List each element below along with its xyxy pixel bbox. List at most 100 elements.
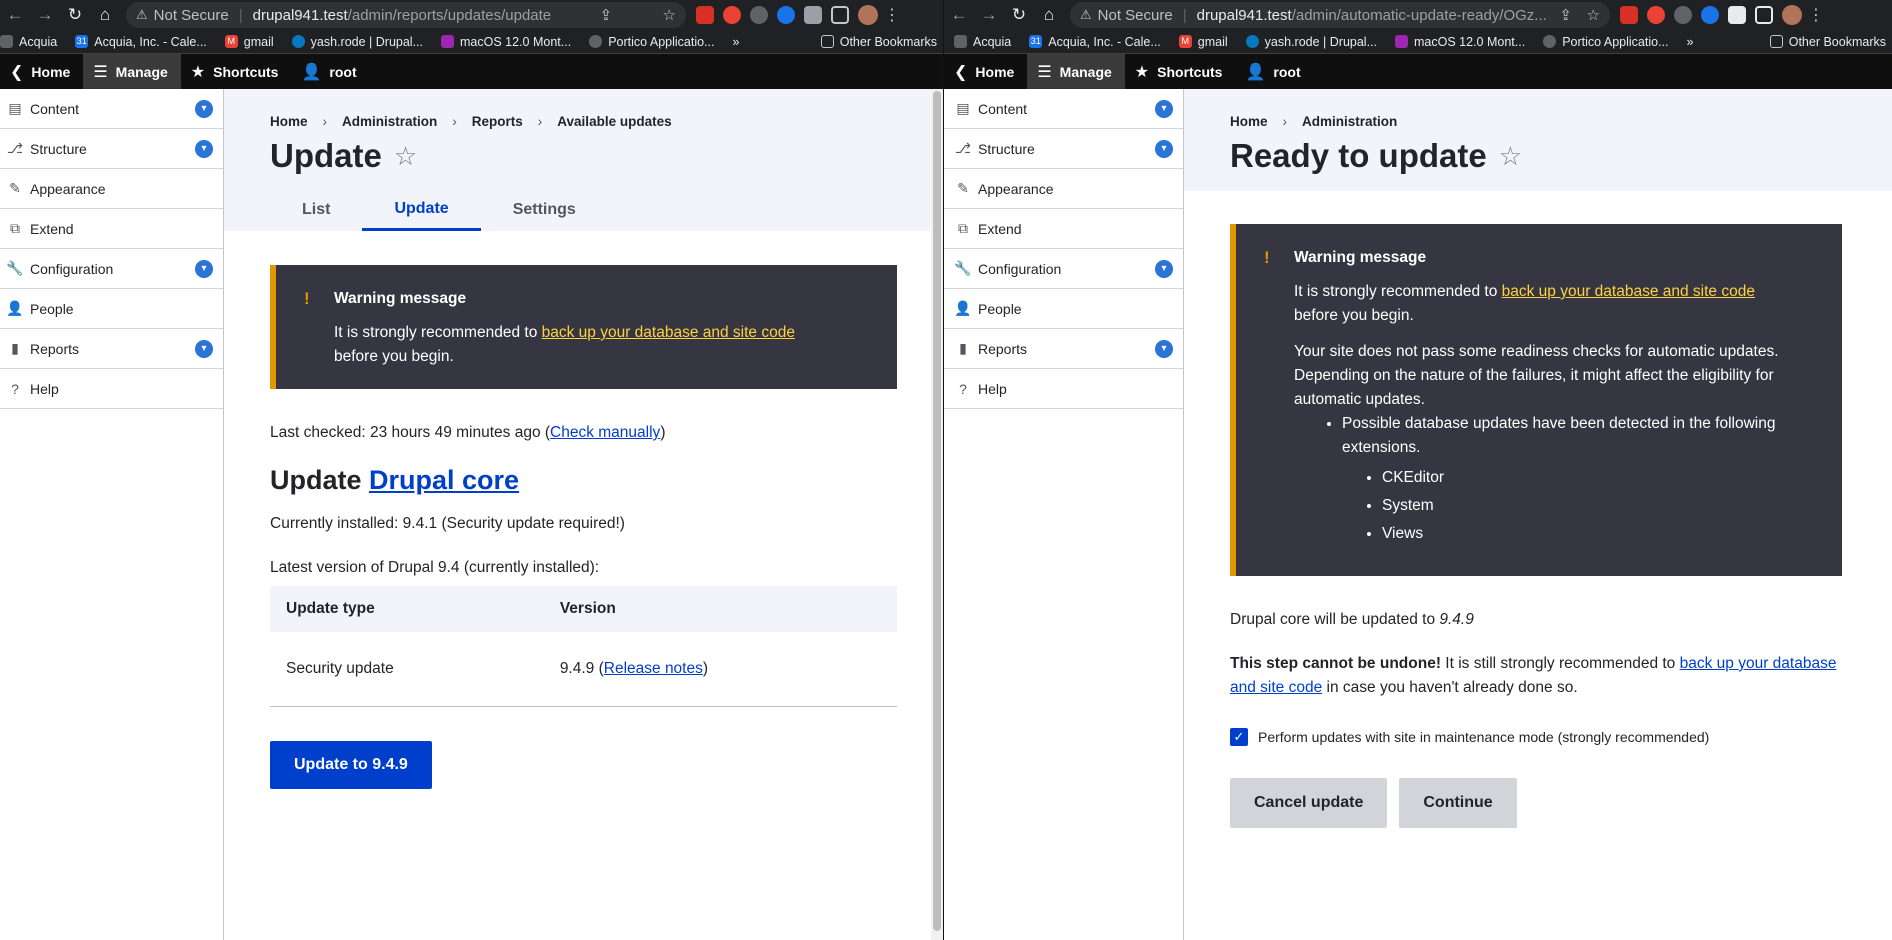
toolbar-manage[interactable]: ☰ Manage: [1027, 54, 1125, 89]
sidebar-panel-icon[interactable]: [1755, 6, 1773, 24]
scrollbar-thumb[interactable]: [933, 91, 941, 931]
backup-link[interactable]: back up your database and site code: [542, 324, 795, 341]
bookmark-item[interactable]: Acquia: [0, 35, 57, 49]
share-icon[interactable]: ⇪: [1547, 6, 1572, 24]
chevron-down-icon[interactable]: ▾: [195, 100, 213, 118]
forward-icon[interactable]: →: [30, 5, 60, 25]
chevron-down-icon[interactable]: ▾: [1155, 260, 1173, 278]
chevron-down-icon[interactable]: ▾: [1155, 140, 1173, 158]
bookmarks-overflow[interactable]: »: [733, 35, 740, 49]
drupal-core-link[interactable]: Drupal core: [369, 465, 519, 495]
toolbar-user[interactable]: 👤 root: [291, 54, 369, 89]
profile-avatar[interactable]: [1782, 5, 1802, 25]
continue-button[interactable]: Continue: [1399, 778, 1517, 828]
sidebar-panel-icon[interactable]: [831, 6, 849, 24]
reload-icon[interactable]: ↻: [1004, 5, 1034, 25]
chevron-down-icon[interactable]: ▾: [195, 140, 213, 158]
toolbar-manage[interactable]: ☰ Manage: [83, 54, 181, 89]
reload-icon[interactable]: ↻: [60, 5, 90, 25]
shortcut-star-icon[interactable]: ☆: [1499, 141, 1522, 172]
toolbar-shortcuts[interactable]: ★ Shortcuts: [1125, 54, 1236, 89]
breadcrumb-home[interactable]: Home: [270, 114, 308, 129]
bookmark-item[interactable]: Mgmail: [1178, 35, 1228, 49]
breadcrumb-available-updates[interactable]: Available updates: [557, 114, 671, 129]
breadcrumb-home[interactable]: Home: [1230, 114, 1268, 129]
sidebar-item-appearance[interactable]: ✎ Appearance: [944, 169, 1183, 209]
extension-drupal-icon[interactable]: [777, 6, 795, 24]
bookmark-star-icon[interactable]: ☆: [1573, 6, 1600, 24]
bookmark-item[interactable]: Acquia: [954, 35, 1011, 49]
update-button[interactable]: Update to 9.4.9: [270, 740, 432, 789]
bookmark-star-icon[interactable]: ☆: [649, 6, 676, 24]
profile-avatar[interactable]: [858, 5, 878, 25]
breadcrumb-administration[interactable]: Administration: [342, 114, 437, 129]
toolbar-user[interactable]: 👤 root: [1235, 54, 1313, 89]
sidebar-item-people[interactable]: 👤 People: [944, 289, 1183, 329]
bookmark-item[interactable]: Portico Applicatio...: [589, 35, 715, 49]
chevron-down-icon[interactable]: ▾: [195, 340, 213, 358]
other-bookmarks[interactable]: Other Bookmarks: [820, 35, 937, 49]
bookmark-item[interactable]: yash.rode | Drupal...: [1245, 35, 1377, 49]
tab-update[interactable]: Update: [362, 189, 481, 231]
sidebar-item-content[interactable]: ▤ Content ▾: [944, 89, 1183, 129]
bookmarks-overflow[interactable]: »: [1687, 35, 1694, 49]
bookmark-item[interactable]: yash.rode | Drupal...: [291, 35, 423, 49]
home-icon[interactable]: ⌂: [1034, 5, 1064, 25]
extension-red-icon[interactable]: [1647, 6, 1665, 24]
bookmark-item[interactable]: macOS 12.0 Mont...: [1395, 35, 1525, 49]
maintenance-mode-option[interactable]: ✓ Perform updates with site in maintenan…: [1230, 728, 1842, 746]
extension-drupal-icon[interactable]: [1701, 6, 1719, 24]
scrollbar[interactable]: [931, 89, 943, 940]
back-icon[interactable]: ←: [944, 5, 974, 25]
sidebar-item-help[interactable]: ? Help: [0, 369, 223, 409]
sidebar-item-extend[interactable]: ⧉ Extend: [0, 209, 223, 249]
extension-gear-icon[interactable]: [1674, 6, 1692, 24]
toolbar-shortcuts[interactable]: ★ Shortcuts: [181, 54, 292, 89]
sidebar-item-configuration[interactable]: 🔧 Configuration ▾: [944, 249, 1183, 289]
cancel-update-button[interactable]: Cancel update: [1230, 778, 1388, 828]
check-manually-link[interactable]: Check manually: [550, 424, 660, 441]
home-icon[interactable]: ⌂: [90, 5, 120, 25]
back-icon[interactable]: ←: [0, 5, 30, 25]
sidebar-item-structure[interactable]: ⎇ Structure ▾: [944, 129, 1183, 169]
bookmark-item[interactable]: 31 Acquia, Inc. - Cale...: [75, 35, 207, 49]
menu-dots-icon[interactable]: ⋮: [884, 5, 900, 25]
release-notes-link[interactable]: Release notes: [604, 660, 703, 677]
gmail-extension-icon[interactable]: [696, 6, 714, 24]
gmail-extension-icon[interactable]: [1620, 6, 1638, 24]
maintenance-mode-checkbox[interactable]: ✓: [1230, 728, 1248, 746]
toolbar-home[interactable]: ❮ Home: [0, 54, 83, 89]
breadcrumb-reports[interactable]: Reports: [472, 114, 523, 129]
bookmark-item[interactable]: macOS 12.0 Mont...: [441, 35, 571, 49]
menu-dots-icon[interactable]: ⋮: [1808, 5, 1824, 25]
address-bar[interactable]: ⚠ Not Secure | drupal941.test /admin/aut…: [1070, 2, 1610, 28]
bookmark-item[interactable]: Portico Applicatio...: [1543, 35, 1669, 49]
chevron-down-icon[interactable]: ▾: [1155, 100, 1173, 118]
extension-gear-icon[interactable]: [750, 6, 768, 24]
forward-icon[interactable]: →: [974, 5, 1004, 25]
sidebar-item-extend[interactable]: ⧉ Extend: [944, 209, 1183, 249]
address-bar[interactable]: ⚠ Not Secure | drupal941.test /admin/rep…: [126, 2, 686, 28]
chevron-down-icon[interactable]: ▾: [1155, 340, 1173, 358]
puzzle-icon[interactable]: [804, 6, 822, 24]
bookmark-item[interactable]: 31 Acquia, Inc. - Cale...: [1029, 35, 1161, 49]
sidebar-item-people[interactable]: 👤 People: [0, 289, 223, 329]
sidebar-item-appearance[interactable]: ✎ Appearance: [0, 169, 223, 209]
toolbar-home[interactable]: ❮ Home: [944, 54, 1027, 89]
tab-settings[interactable]: Settings: [481, 189, 608, 231]
shortcut-star-icon[interactable]: ☆: [394, 141, 417, 172]
chevron-down-icon[interactable]: ▾: [195, 260, 213, 278]
sidebar-item-configuration[interactable]: 🔧 Configuration ▾: [0, 249, 223, 289]
puzzle-icon[interactable]: [1728, 6, 1746, 24]
sidebar-item-reports[interactable]: ▮ Reports ▾: [0, 329, 223, 369]
extension-red-icon[interactable]: [723, 6, 741, 24]
sidebar-item-structure[interactable]: ⎇ Structure ▾: [0, 129, 223, 169]
sidebar-item-reports[interactable]: ▮ Reports ▾: [944, 329, 1183, 369]
tab-list[interactable]: List: [270, 189, 362, 231]
breadcrumb-administration[interactable]: Administration: [1302, 114, 1397, 129]
sidebar-item-help[interactable]: ? Help: [944, 369, 1183, 409]
backup-link[interactable]: back up your database and site code: [1502, 283, 1755, 300]
share-icon[interactable]: ⇪: [588, 6, 613, 24]
bookmark-item[interactable]: Mgmail: [224, 35, 274, 49]
sidebar-item-content[interactable]: ▤ Content ▾: [0, 89, 223, 129]
